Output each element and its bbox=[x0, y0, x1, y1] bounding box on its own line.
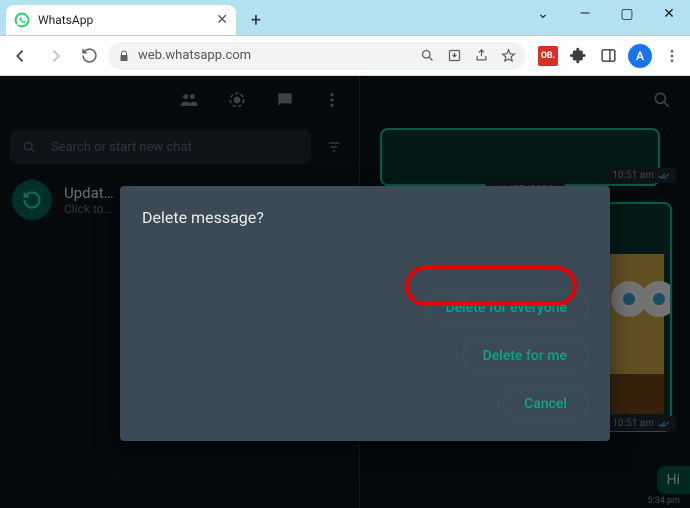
url-text: web.whatsapp.com bbox=[138, 48, 251, 63]
urlbar-share-icon[interactable] bbox=[474, 48, 489, 63]
window-chevron-icon[interactable]: ⌄ bbox=[522, 0, 564, 28]
new-tab-button[interactable]: + bbox=[242, 6, 270, 34]
nav-forward-button[interactable] bbox=[40, 41, 70, 71]
window-maximize-icon[interactable]: ▢ bbox=[606, 0, 648, 28]
window-close-icon[interactable]: ✕ bbox=[648, 0, 690, 28]
window-minimize-icon[interactable]: — bbox=[564, 0, 606, 28]
browser-tab[interactable]: WhatsApp ✕ bbox=[6, 5, 236, 35]
nav-reload-button[interactable] bbox=[74, 41, 104, 71]
whatsapp-favicon-icon bbox=[14, 12, 30, 28]
urlbar-bookmark-icon[interactable] bbox=[501, 48, 516, 63]
cancel-button[interactable]: Cancel bbox=[503, 387, 588, 421]
delete-for-everyone-button[interactable]: Delete for everyone bbox=[425, 291, 589, 325]
delete-message-dialog: Delete message? Delete for everyone Dele… bbox=[120, 186, 610, 441]
extension-ob-icon[interactable]: OB. bbox=[538, 46, 558, 66]
extensions-menu-icon[interactable] bbox=[568, 46, 588, 66]
side-panel-icon[interactable] bbox=[598, 46, 618, 66]
app-viewport: Search or start new chat Updat… Click to… bbox=[0, 76, 690, 508]
window-title-bar: WhatsApp ✕ + ⌄ — ▢ ✕ bbox=[0, 0, 690, 36]
urlbar-search-icon[interactable] bbox=[420, 48, 435, 63]
profile-avatar[interactable]: A bbox=[628, 44, 652, 68]
lock-icon bbox=[118, 50, 130, 62]
nav-back-button[interactable] bbox=[6, 41, 36, 71]
tab-close-icon[interactable]: ✕ bbox=[216, 12, 228, 28]
dialog-title: Delete message? bbox=[142, 208, 588, 227]
tab-title: WhatsApp bbox=[38, 13, 208, 27]
delete-for-me-button[interactable]: Delete for me bbox=[462, 339, 588, 373]
browser-toolbar: web.whatsapp.com OB. A bbox=[0, 36, 690, 76]
window-controls: ⌄ — ▢ ✕ bbox=[522, 0, 690, 28]
urlbar-install-icon[interactable] bbox=[447, 48, 462, 63]
address-bar[interactable]: web.whatsapp.com bbox=[108, 42, 526, 70]
chrome-menu-icon[interactable] bbox=[662, 46, 682, 66]
